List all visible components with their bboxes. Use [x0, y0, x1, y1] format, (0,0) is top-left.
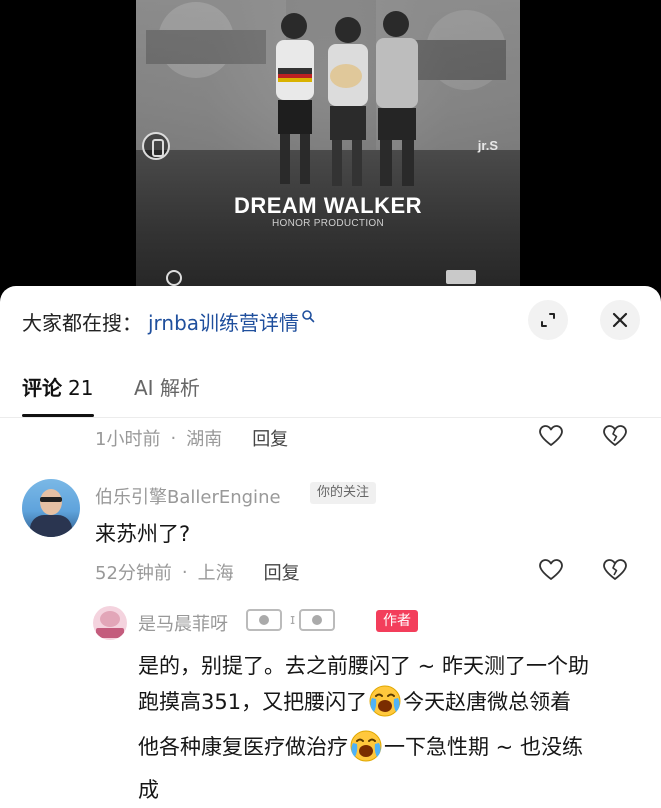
heart-icon[interactable] — [538, 557, 564, 583]
comment-location: 上海 — [197, 563, 234, 584]
broken-heart-icon[interactable] — [602, 423, 628, 449]
active-tab-indicator — [22, 414, 94, 417]
brand-logo-icon — [142, 132, 170, 160]
comment-meta: 1小时前 · 湖南 回复 — [95, 425, 288, 451]
following-badge: 你的关注 — [310, 482, 377, 504]
reply-text-line: 跑摸高351，又把腰闪了 今天赵唐微总领着 — [138, 684, 571, 718]
broken-heart-icon[interactable] — [602, 557, 628, 583]
crying-face-emoji — [369, 685, 401, 717]
comment-tabs: 评论 21 AI 解析 — [0, 356, 661, 418]
comment-panel: 大家都在搜： jrnba训练营详情 评论 21 AI 解析 1小时前 · 湖南 回… — [0, 286, 661, 808]
tab-comments-label: 评论 — [22, 376, 62, 400]
video-subtitle: HONOR PRODUCTION — [271, 218, 385, 229]
expand-button[interactable] — [528, 300, 568, 340]
tab-comments-count: 21 — [68, 376, 94, 400]
reply-text: 今天赵唐微总领着 — [403, 690, 572, 714]
reply-text-line: 是的，别提了。去之前腰闪了 ~ 昨天测了一个助 — [138, 650, 589, 680]
reply-text: 是的，别提了。去之前腰闪了 ~ 昨天测了一个助 — [138, 654, 589, 678]
players-illustration — [276, 11, 418, 186]
reply-button[interactable]: 回复 — [264, 559, 300, 585]
close-icon — [612, 312, 628, 328]
tab-comments[interactable]: 评论 21 — [22, 372, 93, 402]
reply-text: 他各种康复医疗做治疗 — [138, 735, 348, 759]
video-player[interactable]: jr.S DREAM WALKER HONOR PRODUCTION — [0, 0, 661, 300]
meta-separator: · — [181, 561, 188, 583]
video-title: DREAM WALKER — [233, 193, 423, 218]
username-emoji: ɪ — [246, 607, 339, 633]
trending-search-prefix: 大家都在搜： — [22, 310, 142, 335]
search-icon[interactable] — [301, 309, 315, 323]
comment-meta: 52分钟前 · 上海 回复 — [95, 559, 300, 585]
heart-icon[interactable] — [538, 423, 564, 449]
reply-username[interactable]: 是马晨菲呀 — [138, 610, 228, 636]
avatar[interactable] — [93, 606, 127, 640]
tab-ai-analysis[interactable]: AI 解析 — [134, 372, 200, 402]
reply-text: 一下急性期 ~ 也没练 — [384, 735, 583, 759]
reply-text: 跑摸高351，又把腰闪了 — [138, 690, 368, 714]
author-badge: 作者 — [376, 610, 418, 632]
nba-logo-icon — [446, 270, 476, 284]
emoji-separator: ɪ — [290, 612, 296, 628]
comment-time: 52分钟前 — [95, 563, 172, 584]
trending-search[interactable]: 大家都在搜： jrnba训练营详情 — [22, 307, 315, 336]
avatar[interactable] — [22, 479, 80, 537]
reply-text-line: 他各种康复医疗做治疗 一下急性期 ~ 也没练 — [138, 729, 583, 763]
reply-text-line: 成 — [138, 774, 159, 804]
video-watermark: jr.S — [477, 138, 498, 153]
reply-text: 成 — [138, 778, 159, 802]
comment-text: 来苏州了? — [95, 522, 191, 546]
meta-separator: · — [170, 427, 177, 449]
comment-location: 湖南 — [186, 429, 223, 450]
crying-face-emoji — [350, 730, 382, 762]
comment-time: 1小时前 — [95, 429, 161, 450]
expand-icon — [541, 313, 555, 327]
bottom-logo-icon — [166, 270, 182, 286]
trending-search-query[interactable]: jrnba训练营详情 — [148, 307, 299, 336]
eye-emoji-icon — [299, 609, 336, 631]
comment-username[interactable]: 伯乐引擎BallerEngine — [95, 483, 281, 509]
close-button[interactable] — [600, 300, 640, 340]
eye-emoji-icon — [246, 609, 282, 631]
video-frame: jr.S DREAM WALKER HONOR PRODUCTION — [136, 0, 520, 300]
reply-button[interactable]: 回复 — [252, 425, 288, 451]
